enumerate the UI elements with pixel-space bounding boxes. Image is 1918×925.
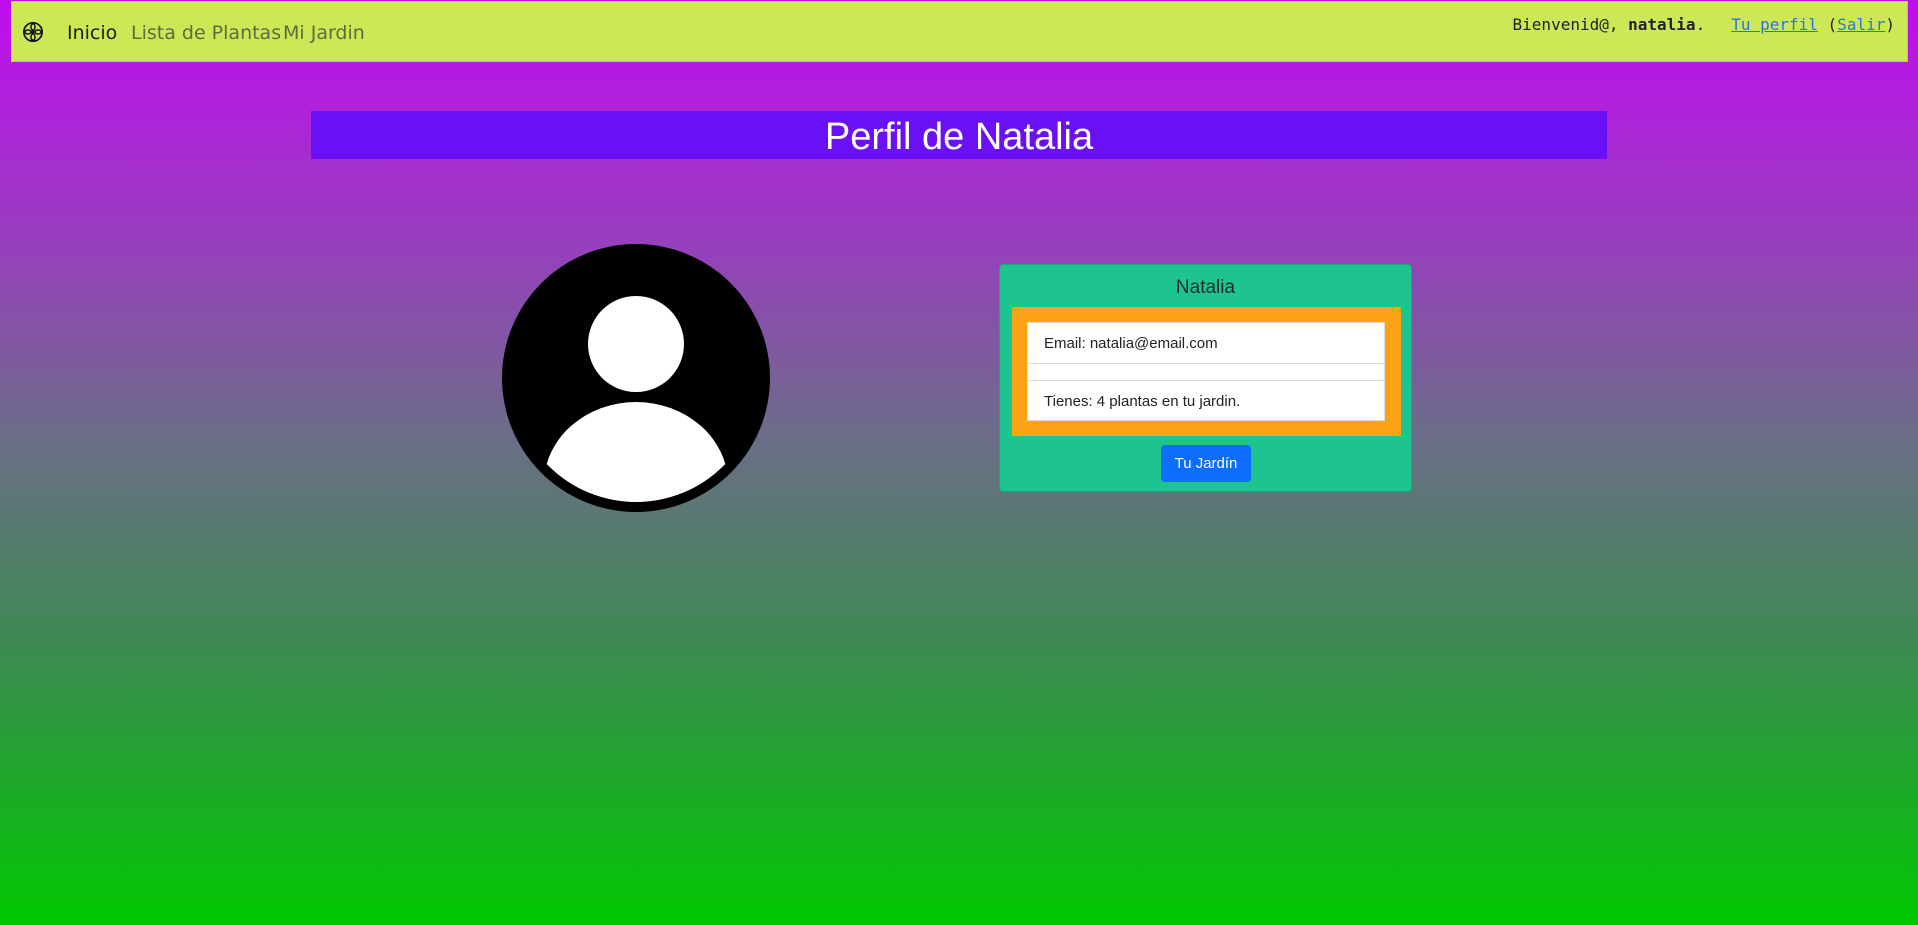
- user-greeting: Bienvenid@, natalia. Tu perfil (Salir): [1513, 15, 1895, 34]
- card-info-panel: Email: natalia@email.com Tienes: 4 plant…: [1012, 307, 1401, 436]
- list-divider: [1028, 380, 1384, 381]
- tu-jardin-button[interactable]: Tu Jardín: [1161, 445, 1251, 482]
- nav-link-mi-jardin[interactable]: Mi Jardin: [283, 22, 365, 44]
- info-list: Email: natalia@email.com Tienes: 4 plant…: [1027, 322, 1385, 421]
- greeting-suffix: .: [1695, 15, 1706, 34]
- logout-paren-open: (: [1827, 15, 1838, 34]
- nav-link-lista-de-plantas[interactable]: Lista de Plantas: [131, 22, 281, 44]
- profile-link[interactable]: Tu perfil: [1731, 15, 1818, 34]
- logout-paren-close: ): [1885, 15, 1895, 34]
- user-avatar-icon: [502, 244, 770, 512]
- card-title: Natalia: [1175, 277, 1236, 298]
- nav-link-inicio[interactable]: Inicio: [67, 22, 117, 44]
- top-navbar: Inicio Lista de Plantas Mi Jardin Bienve…: [11, 1, 1908, 62]
- flower-icon[interactable]: [22, 21, 44, 43]
- profile-card: Natalia Email: natalia@email.com Tienes:…: [999, 264, 1412, 492]
- page-title: Perfil de Natalia: [311, 111, 1607, 159]
- email-item: Email: natalia@email.com: [1044, 335, 1218, 352]
- username: natalia: [1628, 15, 1696, 34]
- plants-count-item: Tienes: 4 plantas en tu jardin.: [1044, 393, 1241, 410]
- list-divider: [1028, 363, 1384, 364]
- logout-link[interactable]: Salir: [1837, 15, 1885, 34]
- greeting-prefix: Bienvenid@,: [1512, 15, 1629, 34]
